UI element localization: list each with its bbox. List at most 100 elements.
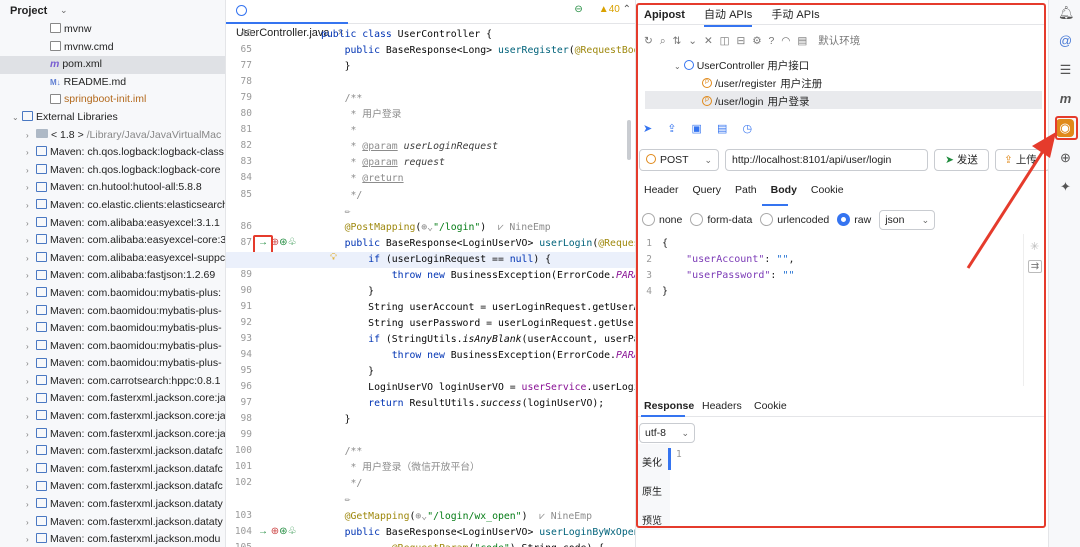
tree-item[interactable]: › Maven: com.baomidou:mybatis-plus- bbox=[0, 303, 225, 321]
radio-form-data[interactable]: form-data bbox=[690, 212, 752, 226]
notifications-icon[interactable]: 🔔︎ bbox=[1058, 5, 1075, 20]
tree-item[interactable]: ⌄ External Libraries bbox=[0, 109, 225, 127]
tab-user-controller[interactable]: UserController.java × bbox=[226, 0, 348, 39]
radio-raw[interactable]: raw bbox=[837, 212, 871, 226]
chevron-right-icon[interactable]: › bbox=[26, 355, 36, 373]
scrollbar[interactable] bbox=[627, 120, 631, 160]
subtab-cookie[interactable]: Cookie bbox=[811, 184, 844, 196]
chevron-right-icon[interactable]: › bbox=[26, 531, 36, 547]
tree-item[interactable]: › Maven: com.fasterxml.jackson.datafc bbox=[0, 443, 225, 461]
tree-item[interactable]: M↓ README.md bbox=[0, 74, 225, 92]
tree-item[interactable]: › Maven: com.baomidou:mybatis-plus- bbox=[0, 355, 225, 373]
send-button[interactable]: ➤ 发送 bbox=[934, 149, 989, 171]
tree-item[interactable]: › Maven: com.fasterxml.jackson.dataty bbox=[0, 514, 225, 532]
chevron-right-icon[interactable]: › bbox=[26, 267, 36, 285]
tree-item[interactable]: m pom.xml bbox=[0, 56, 225, 74]
view-beautify[interactable]: 美化 bbox=[642, 454, 662, 469]
run-request-icon[interactable]: → bbox=[258, 526, 268, 537]
url-input[interactable]: http://localhost:8101/api/user/login bbox=[725, 149, 928, 171]
beautify-icon[interactable]: ✳ bbox=[1030, 240, 1039, 253]
tree-item[interactable]: › Maven: com.fasterxml.jackson.dataty bbox=[0, 496, 225, 514]
chevron-right-icon[interactable]: › bbox=[26, 250, 36, 268]
tree-item[interactable]: › Maven: co.elastic.clients:elasticsearch bbox=[0, 197, 225, 215]
tree-item[interactable]: › Maven: com.alibaba:easyexcel:3.1.1 bbox=[0, 215, 225, 233]
chevron-right-icon[interactable]: › bbox=[26, 144, 36, 162]
radio-none[interactable]: none bbox=[642, 212, 682, 226]
tree-item[interactable]: › Maven: com.fasterxml.jackson.core:ja bbox=[0, 426, 225, 444]
subtab-query[interactable]: Query bbox=[692, 184, 721, 196]
maven-icon[interactable]: m bbox=[1058, 91, 1073, 106]
encoding-select[interactable]: utf-8 ⌄ bbox=[639, 423, 695, 443]
project-title[interactable]: Project bbox=[10, 5, 47, 17]
environment-selector[interactable]: 默认环境 bbox=[818, 35, 860, 47]
tree-item[interactable]: › Maven: com.fasterxml.jackson.core:ja bbox=[0, 390, 225, 408]
chevron-right-icon[interactable]: › bbox=[26, 426, 36, 444]
chevron-right-icon[interactable]: › bbox=[26, 373, 36, 391]
tab-manual-apis[interactable]: 手动 APIs bbox=[771, 9, 819, 21]
tree-item[interactable]: › Maven: com.baomidou:mybatis-plus- bbox=[0, 320, 225, 338]
tree-item[interactable]: › Maven: com.alibaba:fastjson:1.2.69 bbox=[0, 267, 225, 285]
tab-headers[interactable]: Headers bbox=[702, 400, 742, 412]
tree-item[interactable]: › Maven: ch.qos.logback:logback-core bbox=[0, 162, 225, 180]
tab-apipost[interactable]: Apipost bbox=[644, 9, 685, 21]
chevron-right-icon[interactable]: › bbox=[26, 496, 36, 514]
tree-item[interactable]: springboot-init.iml bbox=[0, 91, 225, 109]
format-select[interactable]: json ⌄ bbox=[879, 210, 936, 230]
tree-item[interactable]: › Maven: com.fasterxml.jackson.datafc bbox=[0, 478, 225, 496]
upload-button[interactable]: ⇪ 上传 bbox=[995, 149, 1048, 171]
view-raw[interactable]: 原生 bbox=[642, 483, 662, 498]
chevron-right-icon[interactable]: › bbox=[26, 514, 36, 532]
tree-item[interactable]: › Maven: com.alibaba:easyexcel-core:3 bbox=[0, 232, 225, 250]
gutter-icons-wx[interactable]: → ⊕⊛♧ bbox=[258, 526, 297, 537]
chevron-right-icon[interactable]: ⌄ bbox=[12, 109, 22, 127]
body-editor[interactable]: 1 {2 "userAccount": "", 3 "userPassword": … bbox=[636, 234, 1024, 386]
subtab-body[interactable]: Body bbox=[771, 184, 797, 196]
chevron-right-icon[interactable]: › bbox=[26, 478, 36, 496]
endpoints-icon[interactable]: ⊕ bbox=[1058, 150, 1073, 165]
chevron-right-icon[interactable]: › bbox=[26, 390, 36, 408]
chevron-right-icon[interactable]: › bbox=[26, 285, 36, 303]
tree-item[interactable]: › Maven: com.fasterxml.jackson.core:ja bbox=[0, 408, 225, 426]
chevron-right-icon[interactable]: › bbox=[26, 179, 36, 197]
chevron-right-icon[interactable]: › bbox=[26, 461, 36, 479]
tree-item[interactable]: mvnw.cmd bbox=[0, 39, 225, 57]
ai-assistant-icon[interactable]: @ bbox=[1058, 33, 1073, 48]
plugin-icon[interactable]: ✦ bbox=[1058, 179, 1073, 194]
tree-item[interactable]: › Maven: cn.hutool:hutool-all:5.8.8 bbox=[0, 179, 225, 197]
tree-item[interactable]: › < 1.8 > /Library/Java/JavaVirtualMac bbox=[0, 127, 225, 145]
tree-item[interactable]: › Maven: com.baomidou:mybatis-plus: bbox=[0, 285, 225, 303]
database-icon[interactable]: ☰ bbox=[1058, 62, 1073, 77]
chevron-right-icon[interactable]: › bbox=[26, 303, 36, 321]
tab-response[interactable]: Response bbox=[644, 400, 694, 412]
subtab-header[interactable]: Header bbox=[644, 184, 678, 196]
subtab-path[interactable]: Path bbox=[735, 184, 757, 196]
radio-urlencoded[interactable]: urlencoded bbox=[760, 212, 829, 226]
tree-item[interactable]: › Maven: com.fasterxml.jackson.datafc bbox=[0, 461, 225, 479]
chevron-right-icon[interactable]: › bbox=[26, 408, 36, 426]
tree-controller[interactable]: ⌄ UserController 用户接口 bbox=[674, 58, 809, 73]
code-editor[interactable]: UserController.java × ⊖ ▲40 ⌃ 48 65 77 78 79 80… bbox=[226, 0, 635, 547]
chevron-down-icon[interactable]: ⌄ bbox=[60, 5, 68, 16]
chevron-right-icon[interactable]: › bbox=[26, 215, 36, 233]
tree-item[interactable]: mvnw bbox=[0, 21, 225, 39]
tree-item[interactable]: › Maven: com.carrotsearch:hppc:0.8.1 bbox=[0, 373, 225, 391]
request-action-icons[interactable]: ➤ ⇪ ▣ ▤ ◷ bbox=[643, 122, 758, 135]
chevron-right-icon[interactable]: › bbox=[26, 338, 36, 356]
chevron-right-icon[interactable]: › bbox=[26, 320, 36, 338]
chevron-right-icon[interactable]: › bbox=[26, 197, 36, 215]
tree-item[interactable]: › Maven: com.baomidou:mybatis-plus- bbox=[0, 338, 225, 356]
view-preview[interactable]: 预览 bbox=[642, 512, 662, 527]
chevron-right-icon[interactable]: › bbox=[26, 127, 36, 145]
endpoint-item[interactable]: P/user/register 用户注册 bbox=[702, 76, 822, 91]
chevron-right-icon[interactable]: › bbox=[26, 162, 36, 180]
tree-item[interactable]: › Maven: ch.qos.logback:logback-class bbox=[0, 144, 225, 162]
method-select[interactable]: POST ⌄ bbox=[639, 149, 719, 171]
toolbar-icons[interactable]: ↻ ⌕ ⇅ ⌄ ✕ ◫ ⊟ ⚙ ? ◠ ▤ bbox=[644, 35, 809, 47]
tree-item[interactable]: › Maven: com.fasterxml.jackson.modu bbox=[0, 531, 225, 547]
tree-item[interactable]: › Maven: com.alibaba:easyexcel-suppc bbox=[0, 250, 225, 268]
chevron-right-icon[interactable]: › bbox=[26, 443, 36, 461]
lightbulb-icon[interactable]: 💡︎ bbox=[330, 252, 337, 263]
wrap-icon[interactable]: ⇉ bbox=[1028, 260, 1042, 273]
chevron-right-icon[interactable]: › bbox=[26, 232, 36, 250]
tab-cookie[interactable]: Cookie bbox=[754, 400, 787, 412]
